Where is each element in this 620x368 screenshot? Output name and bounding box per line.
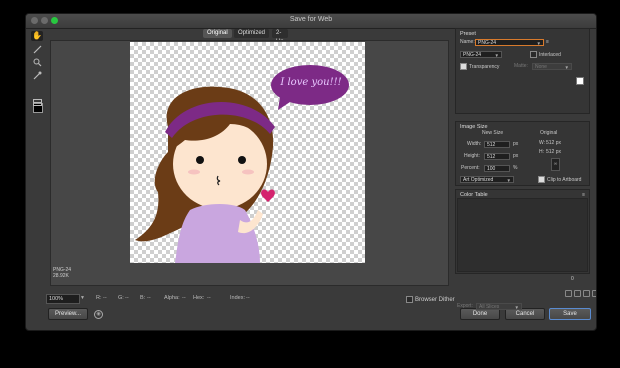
tools-panel: ✋ bbox=[28, 31, 48, 113]
browser-dither-label: Browser Dither bbox=[415, 297, 455, 304]
red-label: R: bbox=[96, 295, 102, 301]
clip-to-artboard-toggle[interactable]: Clip to Artboard bbox=[538, 176, 581, 184]
hand-tool-icon[interactable]: ✋ bbox=[31, 31, 43, 41]
chevron-down-icon: ▼ bbox=[494, 53, 499, 58]
link-icon[interactable]: ∞ bbox=[551, 158, 560, 171]
chevron-down-icon: ▼ bbox=[506, 178, 511, 183]
width-input[interactable]: 512 bbox=[484, 141, 510, 148]
toggle-slices-icon[interactable] bbox=[31, 99, 43, 109]
lock-color-icon[interactable] bbox=[583, 290, 590, 297]
height-input[interactable]: 512 bbox=[484, 153, 510, 160]
transparency-toggle[interactable]: Transparency bbox=[460, 63, 499, 71]
alpha-value: -- bbox=[182, 295, 186, 301]
preset-name-select[interactable]: PNG-24 ▼ bbox=[475, 39, 544, 46]
quality-value: Art Optimized bbox=[463, 177, 494, 183]
quality-select[interactable]: Art Optimized ▼ bbox=[460, 176, 514, 183]
hex-label: Hex: bbox=[193, 295, 205, 301]
interlaced-checkbox[interactable] bbox=[530, 51, 537, 58]
original-height-value: 512 px bbox=[546, 149, 562, 155]
tab-2-up[interactable]: 2-Up bbox=[272, 29, 288, 45]
girl-illustration bbox=[135, 65, 349, 263]
optimized-file-info: PNG-24 28.92K bbox=[53, 267, 71, 279]
index-value: -- bbox=[246, 295, 250, 301]
zoom-tool-icon[interactable] bbox=[31, 58, 43, 68]
zoom-level-select[interactable]: 100% bbox=[46, 294, 80, 304]
color-count: 0 bbox=[571, 276, 574, 282]
export-value: All Slices bbox=[479, 304, 500, 310]
chevron-down-icon: ▼ bbox=[514, 305, 519, 310]
speech-bubble-text: I love you!!! bbox=[280, 77, 342, 88]
height-label: Height: bbox=[464, 153, 480, 159]
preset-menu-icon[interactable]: ≡ bbox=[546, 39, 549, 46]
new-color-icon[interactable] bbox=[592, 290, 596, 297]
matte-label: Matte: bbox=[514, 63, 528, 69]
artwork-image: I love you!!! bbox=[130, 42, 365, 263]
export-label: Export: bbox=[457, 303, 473, 309]
alpha-label: Alpha: bbox=[164, 295, 180, 301]
slice-select-tool-icon[interactable] bbox=[31, 45, 43, 55]
chevron-down-icon[interactable]: ▼ bbox=[80, 294, 85, 303]
window-title: Save for Web bbox=[289, 16, 333, 23]
browser-dither-toggle[interactable]: Browser Dither bbox=[406, 296, 455, 304]
red-value: -- bbox=[103, 295, 107, 301]
original-label: Original bbox=[540, 130, 558, 136]
tab-optimized[interactable]: Optimized bbox=[234, 29, 270, 38]
clip-to-artboard-checkbox[interactable] bbox=[538, 176, 545, 183]
status-bar: 100% ▼ R: -- G: -- B: -- Alpha: -- Hex: … bbox=[46, 294, 446, 304]
green-label: G: bbox=[118, 295, 124, 301]
width-label: Width: bbox=[467, 141, 482, 147]
preset-name-label: Name: bbox=[460, 39, 475, 45]
chevron-down-icon: ▼ bbox=[564, 65, 569, 70]
color-table-grid[interactable] bbox=[457, 198, 588, 272]
chevron-down-icon: ▼ bbox=[536, 41, 541, 46]
map-color-icon[interactable] bbox=[565, 290, 572, 297]
new-size-label: New Size bbox=[482, 130, 504, 136]
blue-label: B: bbox=[140, 295, 146, 301]
preview-canvas[interactable]: I love you!!! PNG-24 28.92K bbox=[50, 40, 449, 286]
index-label: Index: bbox=[230, 295, 245, 301]
matte-value: None bbox=[535, 64, 547, 70]
percent-label: Percent: bbox=[461, 165, 480, 171]
file-size-text: 28.92K bbox=[53, 273, 69, 279]
save-for-web-window: Save for Web ✋ Original Optimized 2-Up bbox=[25, 13, 597, 331]
save-button[interactable]: Save bbox=[549, 308, 591, 320]
height-unit: px bbox=[513, 153, 519, 159]
file-format-value: PNG-24 bbox=[463, 52, 482, 58]
matte-select[interactable]: None ▼ bbox=[532, 63, 572, 70]
hex-value: -- bbox=[207, 295, 211, 301]
tab-original[interactable]: Original bbox=[203, 29, 232, 38]
preset-name-value: PNG-24 bbox=[478, 40, 497, 46]
original-width-value: 512 px bbox=[546, 140, 562, 146]
percent-unit: % bbox=[513, 165, 518, 171]
browser-dither-checkbox[interactable] bbox=[406, 296, 413, 303]
interlaced-label: Interlaced bbox=[539, 51, 561, 58]
title-bar: Save for Web bbox=[26, 14, 596, 29]
width-unit: px bbox=[513, 141, 519, 147]
eyedropper-tool-icon[interactable] bbox=[31, 71, 43, 81]
web-shift-icon[interactable] bbox=[574, 290, 581, 297]
globe-icon[interactable]: ◉ bbox=[94, 310, 103, 319]
interlaced-toggle[interactable]: Interlaced bbox=[530, 51, 561, 59]
preview-button[interactable]: Preview... bbox=[48, 308, 88, 320]
green-value: -- bbox=[125, 295, 129, 301]
export-select[interactable]: All Slices ▼ bbox=[476, 303, 522, 310]
transparency-checkbox[interactable] bbox=[460, 63, 467, 70]
blue-value: -- bbox=[147, 295, 151, 301]
original-height-label: H: bbox=[539, 149, 544, 155]
clip-to-artboard-label: Clip to Artboard bbox=[547, 176, 582, 183]
matte-color-swatch[interactable] bbox=[576, 77, 584, 85]
file-format-select[interactable]: PNG-24 ▼ bbox=[460, 51, 502, 58]
original-width-label: W: bbox=[539, 140, 546, 146]
preset-header: Preset bbox=[460, 31, 476, 37]
transparency-label: Transparency bbox=[469, 63, 500, 70]
percent-input[interactable]: 100 bbox=[484, 165, 510, 172]
